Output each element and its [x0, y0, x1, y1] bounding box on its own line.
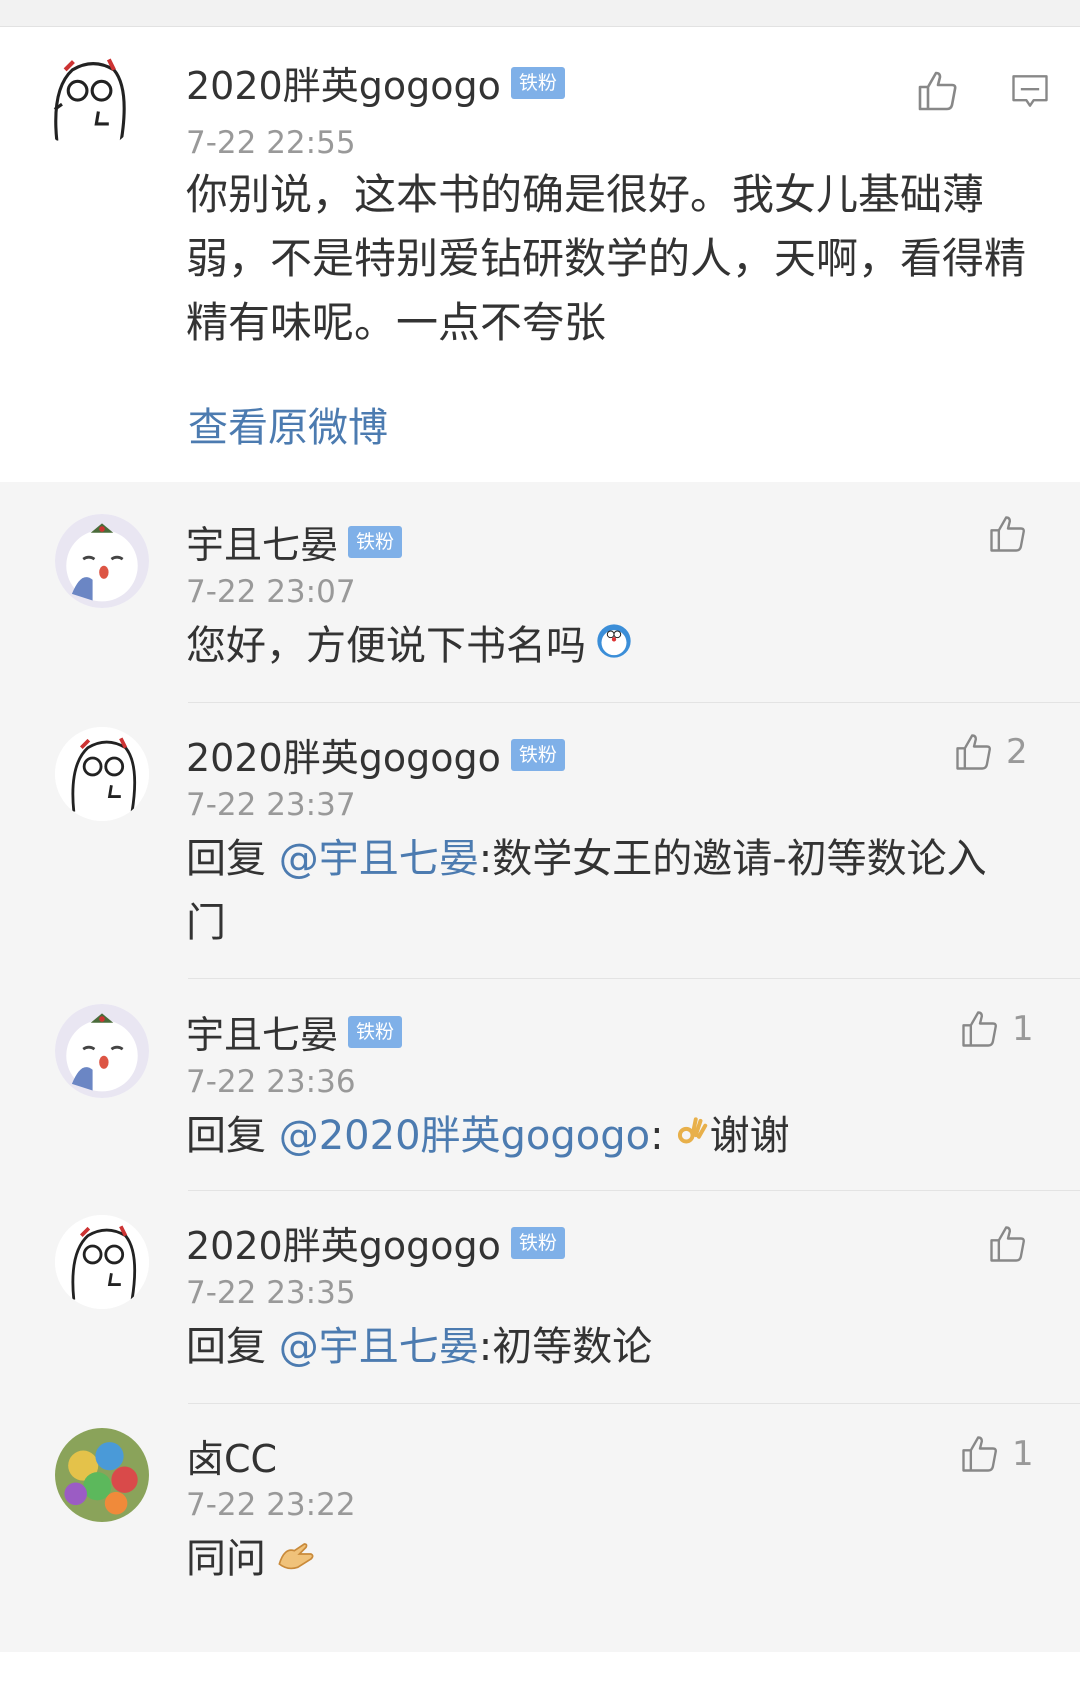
cartoon-ghost-avatar-icon	[55, 1004, 149, 1098]
like-button[interactable]: 2	[952, 730, 1028, 774]
thumbs-up-icon	[962, 1011, 997, 1047]
reply-list: 宇且七晏 铁粉 7-22 23:07 您好，方便说下书名吗 2020胖英gogo…	[0, 482, 1080, 1652]
thumbs-up-icon	[990, 1226, 1025, 1262]
divider	[188, 702, 1080, 703]
cartoon-ghost-avatar-icon	[55, 514, 149, 608]
username[interactable]: 宇且七晏 铁粉	[186, 514, 403, 569]
main-post: 2020胖英gogogo 铁粉 7-22 22:55 你别说，这本书的确是很好。…	[0, 27, 1080, 482]
divider	[188, 1403, 1080, 1404]
timestamp: 7-22 23:36	[186, 1064, 356, 1100]
view-original-link[interactable]: 查看原微博	[188, 395, 388, 453]
reply-text: :初等数论	[478, 1324, 653, 1370]
cartoon-face-avatar-icon	[36, 47, 140, 151]
timestamp: 7-22 23:35	[186, 1275, 356, 1311]
thumbs-up-icon	[990, 516, 1025, 552]
like-button[interactable]	[986, 1222, 1030, 1266]
fan-badge: 铁粉	[510, 66, 565, 99]
username-text[interactable]: 宇且七晏	[186, 1004, 338, 1059]
avatar[interactable]	[55, 1004, 149, 1098]
reply-text: 同问	[186, 1536, 266, 1582]
fan-badge: 铁粉	[510, 738, 565, 771]
reply-text: 谢谢	[709, 1113, 790, 1159]
reply-content: 回复 @2020胖英gogogo: 谢谢	[186, 1104, 1046, 1170]
avatar[interactable]	[55, 1215, 149, 1309]
top-strip	[0, 0, 1080, 27]
username[interactable]: 卤CC	[186, 1428, 277, 1483]
username-text[interactable]: 卤CC	[186, 1428, 277, 1483]
timestamp: 7-22 23:22	[186, 1487, 356, 1523]
thumbs-up-icon	[918, 71, 957, 111]
fan-badge: 铁粉	[348, 1015, 403, 1048]
balloons-avatar-icon	[55, 1428, 149, 1522]
like-count: 2	[1006, 732, 1028, 772]
pinch-hand-emoji-icon	[274, 1529, 318, 1593]
username[interactable]: 2020胖英gogogo 铁粉	[186, 727, 565, 782]
mention-link[interactable]: @宇且七晏	[279, 836, 479, 882]
avatar[interactable]	[55, 1428, 149, 1522]
username-text[interactable]: 2020胖英gogogo	[186, 1215, 501, 1270]
timestamp: 7-22 22:55	[186, 125, 356, 161]
timestamp: 7-22 23:07	[186, 574, 356, 610]
username-text[interactable]: 2020胖英gogogo	[186, 55, 501, 110]
username[interactable]: 2020胖英gogogo 铁粉	[186, 1215, 565, 1270]
reply-prefix: 回复	[186, 836, 279, 882]
reply-prefix: 回复	[186, 1324, 279, 1370]
cartoon-face-avatar-icon	[55, 727, 149, 821]
fan-badge: 铁粉	[348, 525, 403, 558]
colon: :	[650, 1113, 664, 1159]
username-text[interactable]: 宇且七晏	[186, 514, 338, 569]
reply-text: 您好，方便说下书名吗	[186, 623, 586, 669]
comment-icon	[1012, 75, 1048, 107]
like-button[interactable]	[986, 512, 1030, 556]
fan-badge: 铁粉	[510, 1226, 565, 1259]
doraemon-emoji-icon	[594, 616, 634, 680]
mention-link[interactable]: @2020胖英gogogo	[279, 1113, 650, 1159]
thumbs-up-icon	[956, 734, 991, 770]
like-button[interactable]: 1	[958, 1432, 1034, 1476]
comment-button[interactable]	[1008, 69, 1052, 117]
reply-content: 您好，方便说下书名吗	[186, 614, 1046, 680]
reply-content: 回复 @宇且七晏:初等数论	[186, 1315, 1046, 1379]
bottom-strip	[0, 1652, 1080, 1685]
avatar[interactable]	[36, 47, 140, 151]
username[interactable]: 宇且七晏 铁粉	[186, 1004, 403, 1059]
reply-content: 回复 @宇且七晏:数学女王的邀请-初等数论入门	[186, 827, 1016, 955]
like-count: 1	[1012, 1009, 1034, 1049]
cartoon-face-avatar-icon	[55, 1215, 149, 1309]
like-count: 1	[1012, 1434, 1034, 1474]
mention-link[interactable]: @宇且七晏	[279, 1324, 479, 1370]
reply-content: 同问	[186, 1527, 1046, 1593]
post-content: 你别说，这本书的确是很好。我女儿基础薄弱，不是特别爱钻研数学的人，天啊，看得精精…	[186, 170, 1027, 347]
like-button[interactable]	[914, 67, 962, 115]
like-button[interactable]: 1	[958, 1007, 1034, 1051]
divider	[188, 978, 1080, 979]
username-text[interactable]: 2020胖英gogogo	[186, 727, 501, 782]
ok-hand-emoji-icon	[672, 1106, 710, 1170]
username[interactable]: 2020胖英gogogo 铁粉	[186, 55, 565, 110]
timestamp: 7-22 23:37	[186, 787, 356, 823]
thumbs-up-icon	[962, 1436, 997, 1472]
divider	[188, 1190, 1080, 1191]
avatar[interactable]	[55, 727, 149, 821]
reply-prefix: 回复	[186, 1113, 279, 1159]
avatar[interactable]	[55, 514, 149, 608]
